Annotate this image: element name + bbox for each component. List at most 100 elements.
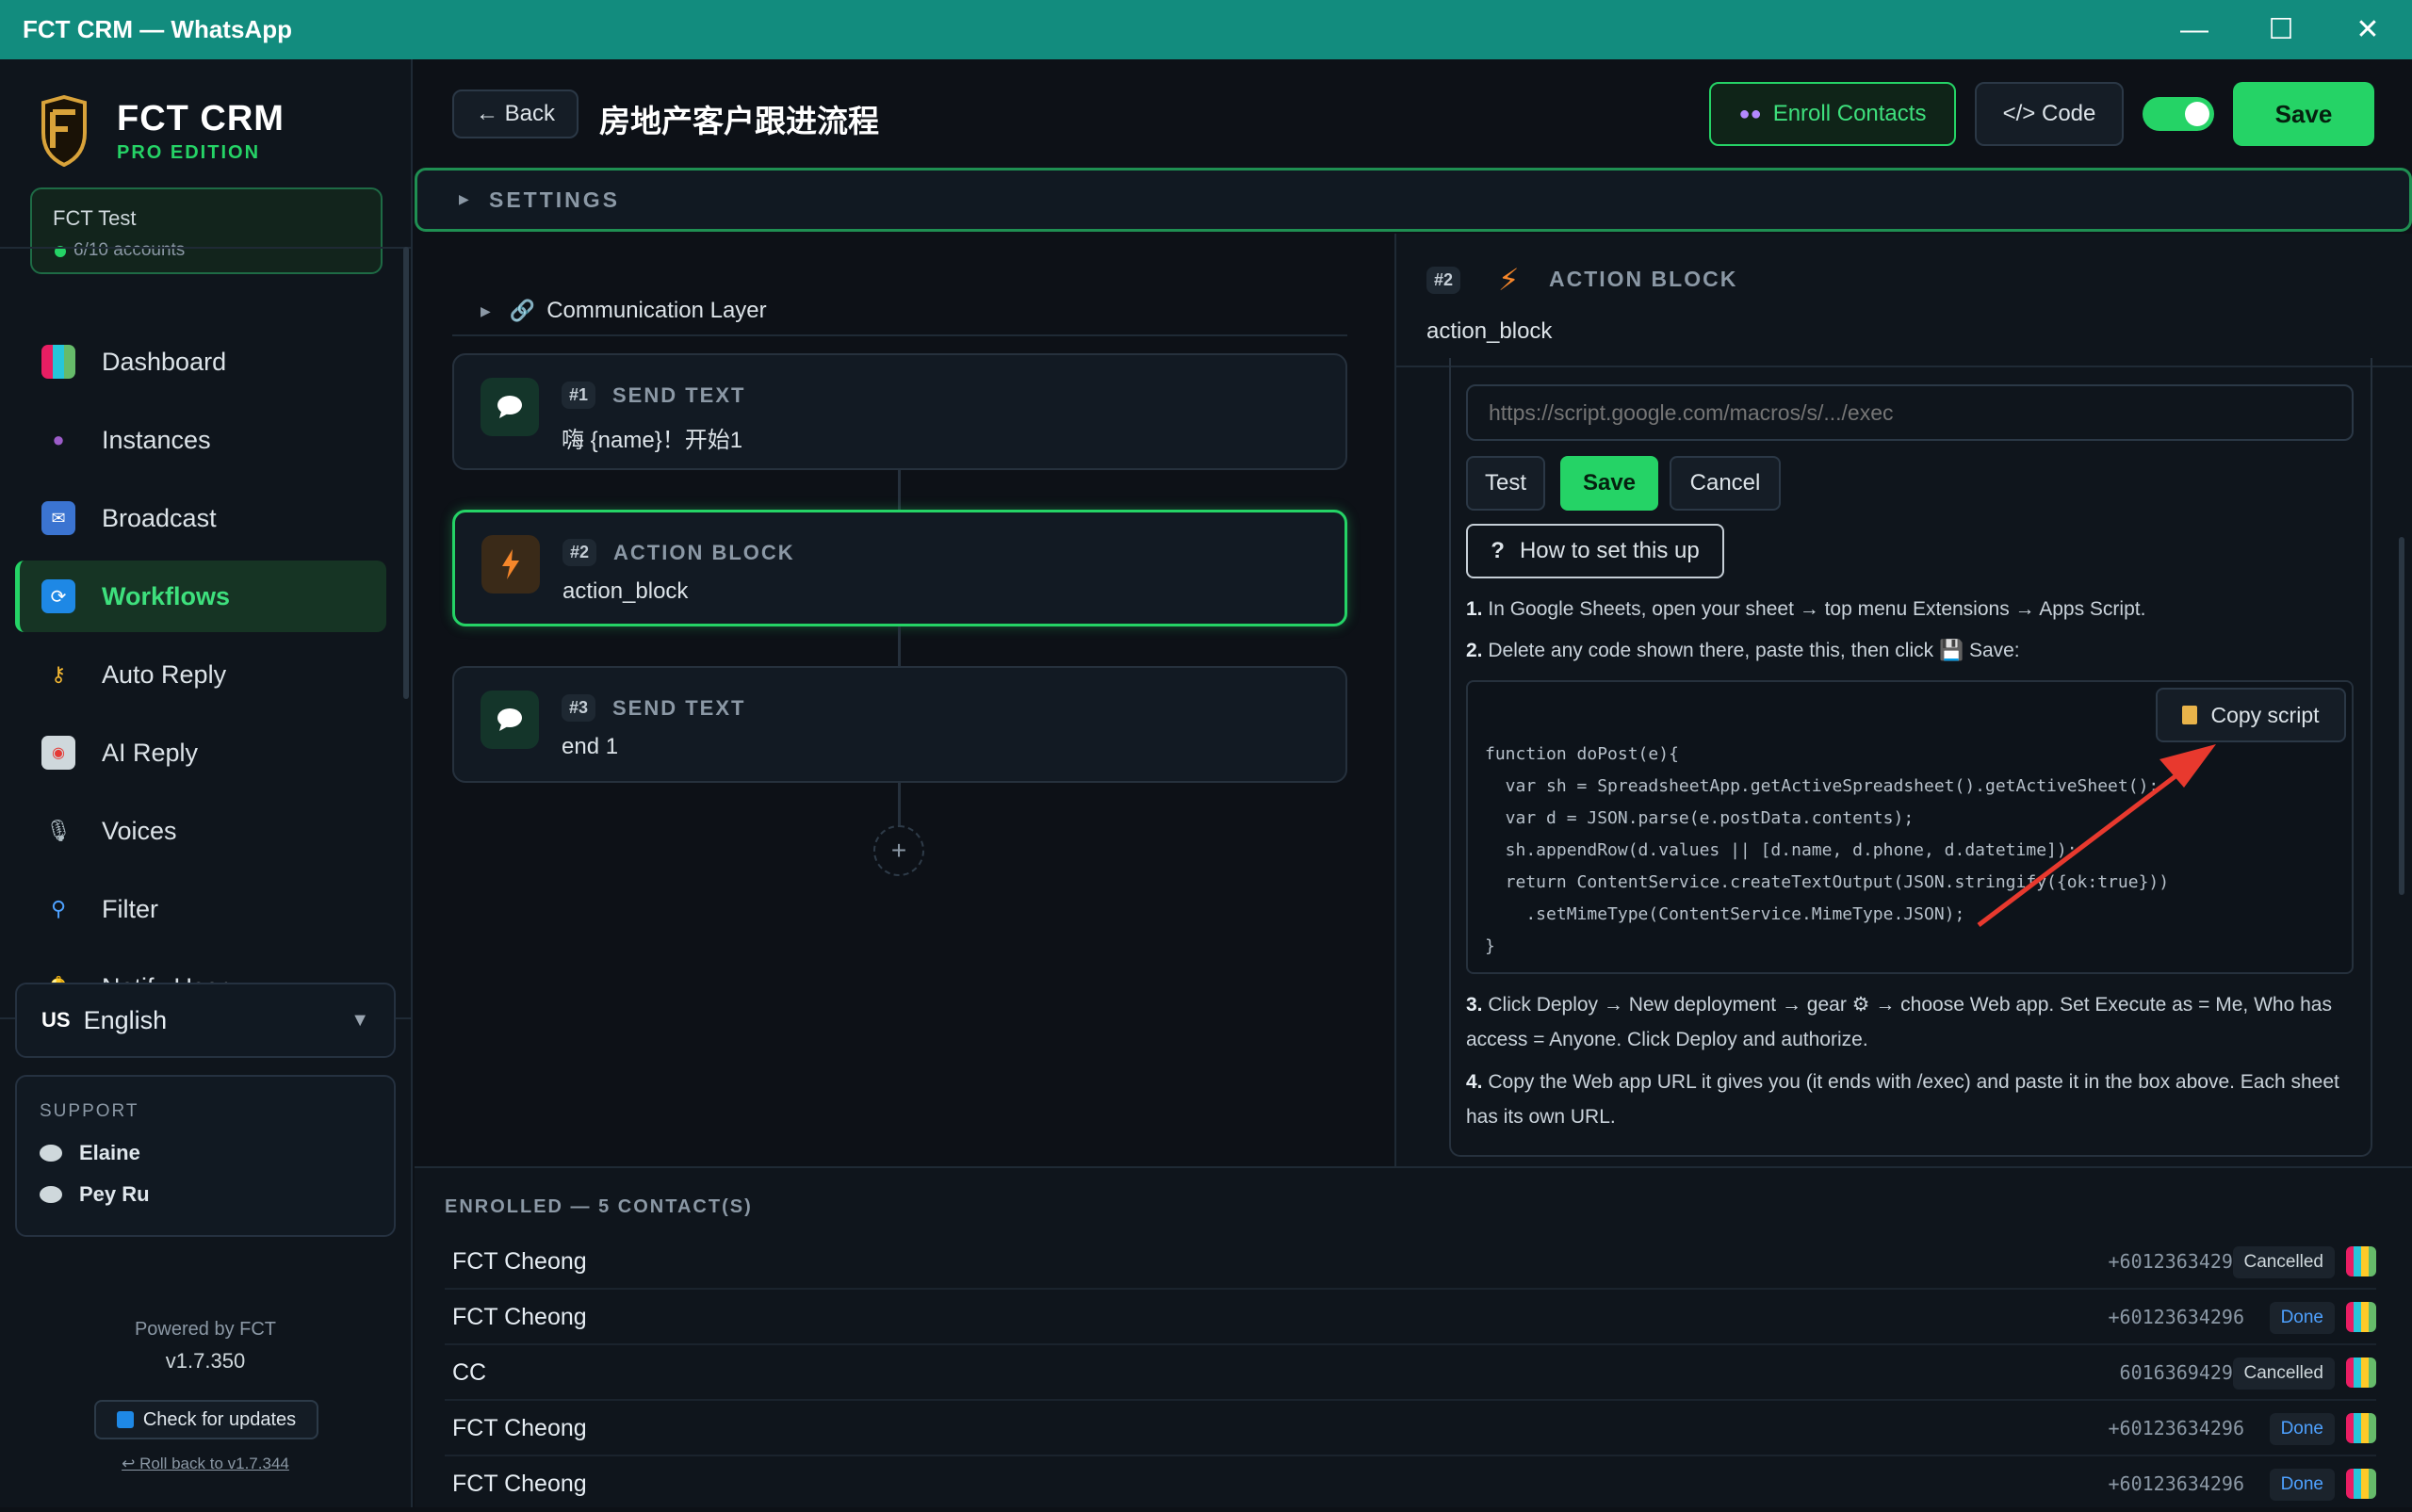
stats-icon[interactable] [2346, 1358, 2376, 1388]
status-badge: Done [2269, 1413, 2335, 1445]
sidebar-item-broadcast[interactable]: ✉ Broadcast [15, 482, 386, 554]
refresh-icon [116, 1411, 134, 1428]
sidebar-scrollbar[interactable] [403, 247, 409, 699]
minimize-icon[interactable]: — [2152, 0, 2237, 59]
back-button[interactable]: ← Back [452, 89, 579, 138]
support-contact-elaine[interactable]: Elaine [40, 1141, 140, 1165]
add-node-button[interactable]: + [873, 825, 924, 876]
table-row[interactable]: FCT Cheong +60123634296 Done [445, 1457, 2376, 1512]
panel-scrollbar[interactable] [2399, 537, 2404, 895]
stats-icon[interactable] [2346, 1246, 2376, 1276]
script-code: function doPost(e){ var sh = Spreadsheet… [1485, 744, 2170, 956]
node-type: ACTION BLOCK [613, 541, 795, 564]
broadcast-icon: ✉ [41, 501, 75, 535]
how-to-setup-label: How to set this up [1519, 538, 1700, 563]
table-row[interactable]: CC 60163694296 Cancelled [445, 1346, 2376, 1401]
stats-icon[interactable] [2346, 1469, 2376, 1499]
contact-name: FCT Cheong [452, 1248, 587, 1275]
robot-icon: ◉ [41, 736, 75, 770]
sidebar-item-auto-reply[interactable]: ⚷ Auto Reply [15, 639, 386, 710]
support-contact-name: Elaine [79, 1141, 140, 1164]
copy-script-label: Copy script [2210, 702, 2320, 727]
url-save-button[interactable]: Save [1560, 456, 1658, 511]
fct-logo-icon [41, 95, 87, 167]
instruction-step-2: 2. Delete any code shown there, paste th… [1466, 633, 2352, 668]
table-row[interactable]: FCT Cheong +60123634296 Cancelled [445, 1235, 2376, 1290]
page-title: 房地产客户跟进流程 [599, 104, 879, 138]
communication-layer-toggle[interactable]: ▶ 🔗 Communication Layer [452, 287, 1347, 336]
clipboard-icon [2182, 706, 2198, 724]
sidebar-item-label: Workflows [102, 581, 231, 610]
node-value: end 1 [562, 734, 619, 759]
how-to-setup-button[interactable]: ? How to set this up [1466, 524, 1724, 578]
chat-bubble-icon [481, 378, 539, 436]
account-count: 6/10 accounts [73, 240, 186, 260]
lightning-icon [481, 535, 540, 593]
enroll-contacts-button[interactable]: ●● Enroll Contacts [1709, 82, 1956, 146]
panel-node-name: action_block [1426, 318, 1553, 344]
maximize-icon[interactable]: ☐ [2239, 0, 2323, 59]
sidebar-item-label: Auto Reply [102, 659, 227, 689]
sidebar-item-instances[interactable]: ● Instances [15, 404, 386, 476]
rollback-link[interactable]: ↩ Roll back to v1.7.344 [0, 1455, 411, 1473]
sidebar-item-label: AI Reply [102, 738, 199, 767]
webapp-url-input[interactable] [1466, 384, 2354, 441]
flow-node-send-text-3[interactable]: #3 SEND TEXT end 1 [452, 666, 1347, 783]
enrolled-heading: ENROLLED — 5 CONTACT(S) [445, 1196, 753, 1217]
account-card[interactable]: FCT Test 6/10 accounts [30, 187, 383, 274]
node-value: 嗨 {name}！开始1 [562, 428, 743, 453]
flow-connector [898, 626, 901, 666]
step-text: Copy the Web app URL it gives you (it en… [1466, 1071, 2339, 1128]
chat-bubble-icon [40, 1186, 62, 1203]
sidebar-item-label: Broadcast [102, 503, 217, 532]
account-name: FCT Test [53, 206, 137, 230]
support-contact-pey-ru[interactable]: Pey Ru [40, 1182, 150, 1207]
node-number: #2 [562, 539, 597, 566]
flow-node-action-block-2[interactable]: #2 ACTION BLOCK action_block [452, 510, 1347, 626]
close-icon[interactable]: ✕ [2325, 0, 2410, 59]
sidebar-item-voices[interactable]: 🎙 Voices [15, 795, 386, 867]
stats-icon[interactable] [2346, 1413, 2376, 1443]
people-icon: ●● [1738, 103, 1762, 124]
window-titlebar: FCT CRM — WhatsApp — ☐ ✕ [0, 0, 2412, 59]
cancel-button[interactable]: Cancel [1670, 456, 1781, 511]
link-icon: 🔗 [509, 299, 536, 322]
stats-icon[interactable] [2346, 1302, 2376, 1332]
sidebar-item-dashboard[interactable]: Dashboard [15, 326, 386, 398]
contact-name: CC [452, 1359, 487, 1386]
sidebar-item-ai-reply[interactable]: ◉ AI Reply [15, 717, 386, 789]
workflow-active-toggle[interactable] [2143, 97, 2214, 131]
save-button[interactable]: Save [2233, 82, 2374, 146]
node-number: #1 [562, 382, 596, 409]
contact-phone: +60123634296 [2108, 1250, 2245, 1273]
chevron-down-icon: ▼ [350, 1009, 369, 1031]
test-button[interactable]: Test [1466, 456, 1545, 511]
code-button[interactable]: </> Code [1975, 82, 2124, 146]
language-select[interactable]: US English ▼ [15, 983, 396, 1058]
table-row[interactable]: FCT Cheong +60123634296 Done [445, 1402, 2376, 1456]
step-number: 2. [1466, 640, 1483, 661]
step-text: Click Deploy → New deployment → gear ⚙ →… [1466, 994, 2332, 1050]
version-label: v1.7.350 [165, 1349, 246, 1373]
sidebar-item-filter[interactable]: ⚲ Filter [15, 873, 386, 945]
node-type: SEND TEXT [612, 696, 746, 720]
status-badge: Cancelled [2232, 1358, 2335, 1390]
flow-node-send-text-1[interactable]: #1 SEND TEXT 嗨 {name}！开始1 [452, 353, 1347, 470]
copy-script-button[interactable]: Copy script [2156, 688, 2346, 742]
powered-by: Powered by FCT [134, 1319, 277, 1340]
contact-name: FCT Cheong [452, 1415, 587, 1441]
magnifier-icon: ⚲ [50, 897, 67, 920]
support-panel: SUPPORT Elaine Pey Ru [15, 1075, 396, 1237]
step-text: Delete any code shown there, paste this,… [1488, 640, 2020, 661]
chat-bubble-icon [40, 1145, 62, 1162]
step-number: 4. [1466, 1071, 1483, 1093]
contact-name: FCT Cheong [452, 1471, 587, 1497]
check-updates-button[interactable]: Check for updates [94, 1400, 318, 1439]
table-row[interactable]: FCT Cheong +60123634296 Done [445, 1291, 2376, 1345]
contact-phone: +60123634296 [2108, 1306, 2245, 1328]
question-icon: ? [1491, 538, 1505, 563]
node-number: #3 [562, 694, 596, 722]
settings-section[interactable]: ▶ SETTINGS [415, 168, 2412, 232]
sidebar-item-workflows[interactable]: ⟳ Workflows [15, 561, 386, 632]
contact-phone: +60123634296 [2108, 1472, 2245, 1495]
